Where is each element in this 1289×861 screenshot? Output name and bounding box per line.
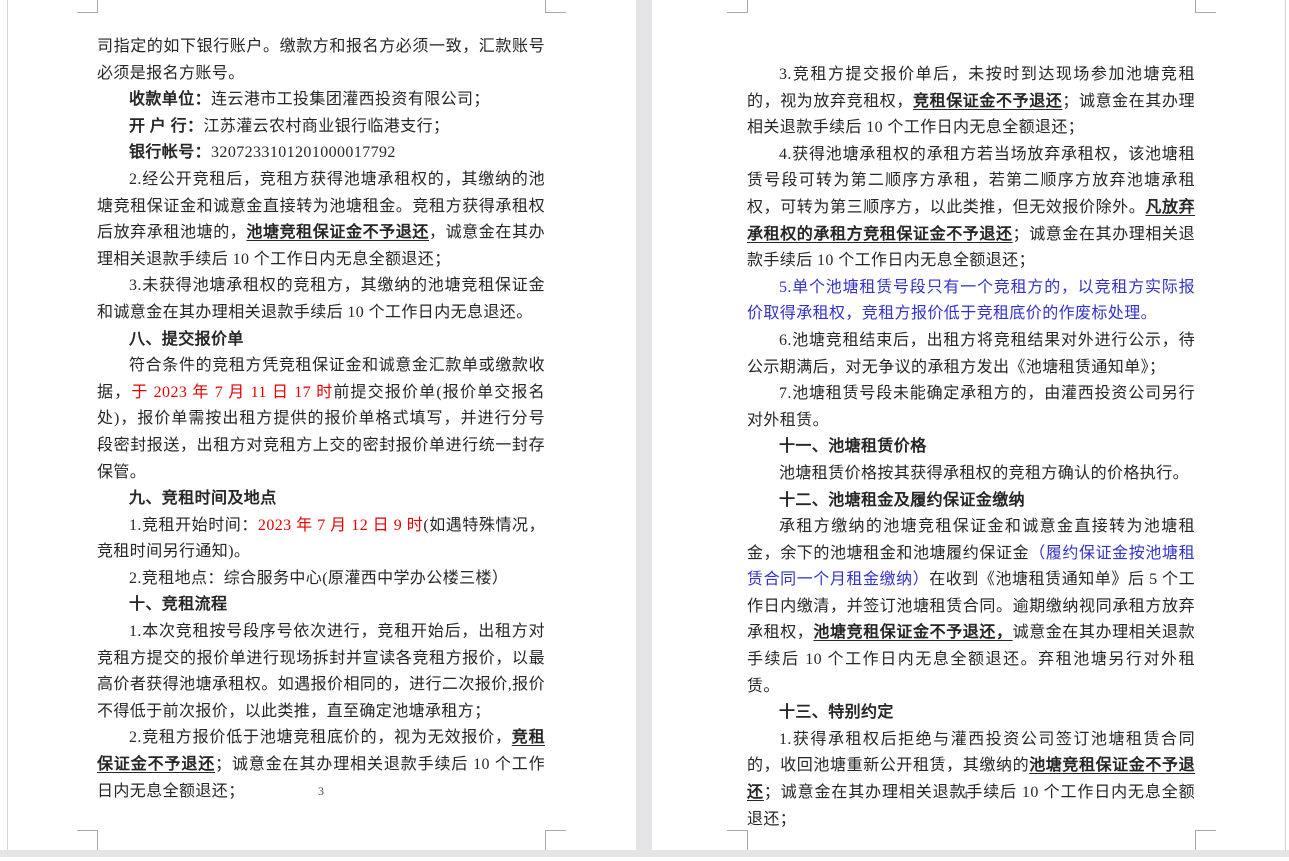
crop-mark-bottom-right <box>545 830 566 851</box>
paragraph: 1.本次竞租按号段序号依次进行，竞租开始后，出租方对竞租方提交的报价单进行现场拆… <box>97 619 545 725</box>
crop-mark-top-left <box>727 0 748 13</box>
paragraph: 3.竞租方提交报价单后，未按时到达现场参加池塘竞租的，视为放弃竞租权，竞租保证金… <box>747 62 1195 142</box>
crop-mark-top-right <box>545 0 566 13</box>
paragraph: 6.池塘竞租结束后，出租方将竞租结果对外进行公示，待公示期满后，对无争议的承租方… <box>747 328 1195 381</box>
page-3-text: 司指定的如下银行账户。缴款方和报名方必须一致，汇款账号必须是报名方账号。收款单位… <box>97 34 545 805</box>
text-run: 池塘租赁价格按其获得承租权的竞租方确认的价格执行。 <box>779 465 1189 482</box>
text-run: 1.本次竞租按号段序号依次进行，竞租开始后，出租方对竞租方提交的报价单进行现场拆… <box>97 623 545 720</box>
paragraph: 2.竞租地点：综合服务中心(原灌西中学办公楼三楼） <box>97 566 545 593</box>
paragraph: 池塘租赁价格按其获得承租权的竞租方确认的价格执行。 <box>747 461 1195 488</box>
crop-mark-top-right <box>1195 0 1216 13</box>
paragraph: 承租方缴纳的池塘竞租保证金和诚意金直接转为池塘租金，余下的池塘租金和池塘履约保证… <box>747 514 1195 700</box>
text-run: 十二、池塘租金及履约保证金缴纳 <box>779 492 1025 509</box>
paragraph: 4.获得池塘承租权的承租方若当场放弃承租权，该池塘租赁号段可转为第二顺序方承租，… <box>747 142 1195 275</box>
page-gap-horizontal <box>0 850 1289 857</box>
paragraph: 十一、池塘租赁价格 <box>747 434 1195 461</box>
text-run: 十一、池塘租赁价格 <box>779 438 927 455</box>
paragraph: 3.未获得池塘承租权的竞租方，其缴纳的池塘竞租保证金和诚意金在其办理相关退款手续… <box>97 273 545 326</box>
document-page-3: 司指定的如下银行账户。缴款方和报名方必须一致，汇款账号必须是报名方账号。收款单位… <box>8 0 636 850</box>
paragraph: 收款单位：连云港市工投集团灌西投资有限公司； <box>97 87 545 114</box>
text-run: 2.竞租地点：综合服务中心(原灌西中学办公楼三楼） <box>129 570 508 587</box>
text-run: 银行帐号： <box>129 144 211 161</box>
text-run: 八、提交报价单 <box>129 331 244 348</box>
paragraph: 十、竞租流程 <box>97 592 545 619</box>
text-run: 收款单位： <box>129 91 211 108</box>
paragraph: 十三、特别约定 <box>747 700 1195 727</box>
page-4-text: 3.竞租方提交报价单后，未按时到达现场参加池塘竞租的，视为放弃竞租权，竞租保证金… <box>747 62 1195 833</box>
crop-mark-bottom-left <box>77 830 98 851</box>
text-run: 4.获得池塘承租权的承租方若当场放弃承租权，该池塘租赁号段可转为第二顺序方承租，… <box>747 146 1195 216</box>
text-run: 5.单个池塘租赁号段只有一个竞租方的，以竞租方实际报价取得承租权，竞租方报价低于… <box>747 279 1195 323</box>
text-run: 池塘竞租保证金不予退还 <box>246 224 429 241</box>
document-page-4: 3.竞租方提交报价单后，未按时到达现场参加池塘竞租的，视为放弃竞租权，竞租保证金… <box>652 0 1285 850</box>
text-run: 池塘竞租保证金不予退还， <box>813 624 1012 641</box>
text-run: 竞租保证金不予退还 <box>913 93 1062 110</box>
crop-mark-top-left <box>77 0 98 13</box>
text-run: 连云港市工投集团灌西投资有限公司； <box>211 91 490 108</box>
paragraph: 开 户 行：江苏灌云农村商业银行临港支行； <box>97 114 545 141</box>
text-run: 江苏灌云农村商业银行临港支行； <box>203 118 449 135</box>
text-run: 6.池塘竞租结束后，出租方将竞租结果对外进行公示，待公示期满后，对无争议的承租方… <box>747 332 1195 376</box>
crop-mark-bottom-left <box>727 830 748 851</box>
text-run: 1.竞租开始时间： <box>129 517 258 534</box>
text-run: 于 2023 年 7 月 11 日 17 时 <box>131 384 333 401</box>
text-run: 开 户 行： <box>129 118 203 135</box>
paragraph: 5.单个池塘租赁号段只有一个竞租方的，以竞租方实际报价取得承租权，竞租方报价低于… <box>747 275 1195 328</box>
text-run: 司指定的如下银行账户。缴款方和报名方必须一致，汇款账号必须是报名方账号。 <box>97 38 545 82</box>
page-gap-vertical <box>636 0 652 851</box>
text-run: 7.池塘租赁号段未能确定承租方的，由灌西投资公司另行对外租赁。 <box>747 385 1195 429</box>
paragraph: 银行帐号：3207233101201000017792 <box>97 140 545 167</box>
text-run: 3.未获得池塘承租权的竞租方，其缴纳的池塘竞租保证金和诚意金在其办理相关退款手续… <box>97 277 545 321</box>
text-run: 十、竞租流程 <box>129 596 227 613</box>
text-run: 九、竞租时间及地点 <box>129 490 277 507</box>
paragraph: 2.经公开竞租后，竞租方获得池塘承租权的，其缴纳的池塘竞租保证金和诚意金直接转为… <box>97 167 545 273</box>
document-viewer: 司指定的如下银行账户。缴款方和报名方必须一致，汇款账号必须是报名方账号。收款单位… <box>0 0 1289 861</box>
crop-mark-bottom-right <box>1195 830 1216 851</box>
paragraph: 司指定的如下银行账户。缴款方和报名方必须一致，汇款账号必须是报名方账号。 <box>97 34 545 87</box>
page-number: 4 <box>741 788 1189 803</box>
paragraph: 1.获得承租权后拒绝与灌西投资公司签订池塘租赁合同的，收回池塘重新公开租赁，其缴… <box>747 727 1195 833</box>
text-run: 3207233101201000017792 <box>211 144 396 161</box>
text-run: 十三、特别约定 <box>779 704 894 721</box>
paragraph: 九、竞租时间及地点 <box>97 486 545 513</box>
page-number: 3 <box>97 784 545 799</box>
paragraph: 符合条件的竞租方凭竞租保证金和诚意金汇款单或缴款收据，于 2023 年 7 月 … <box>97 353 545 486</box>
paragraph: 十二、池塘租金及履约保证金缴纳 <box>747 488 1195 515</box>
paragraph: 1.竞租开始时间：2023 年 7 月 12 日 9 时(如遇特殊情况，竞租时间… <box>97 513 545 566</box>
paragraph: 7.池塘租赁号段未能确定承租方的，由灌西投资公司另行对外租赁。 <box>747 381 1195 434</box>
window-edge-right <box>1285 0 1286 851</box>
text-run: 2023 年 7 月 12 日 9 时 <box>258 517 423 534</box>
paragraph: 八、提交报价单 <box>97 327 545 354</box>
text-run: 2.竞租方报价低于池塘竞租底价的，视为无效报价， <box>129 729 512 746</box>
